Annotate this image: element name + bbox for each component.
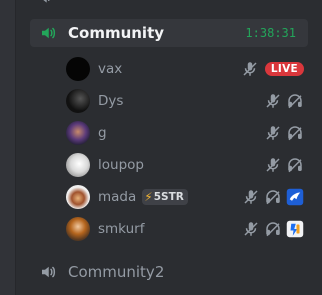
mic-muted-icon xyxy=(242,188,260,206)
lightning-icon: ⚡ xyxy=(144,190,153,204)
rocket-league-icon[interactable] xyxy=(286,188,304,206)
speaker-icon xyxy=(36,23,60,43)
voice-user-g[interactable]: g xyxy=(62,118,304,148)
speaker-icon xyxy=(36,0,56,6)
voice-channel-community[interactable]: Community 1:38:31 xyxy=(30,19,308,47)
username: Dys xyxy=(98,93,124,109)
headphones-deafened-icon xyxy=(264,188,282,206)
avatar xyxy=(66,217,90,241)
chat-area-edge xyxy=(0,0,16,295)
avatar xyxy=(66,185,90,209)
headphones-deafened-icon xyxy=(264,220,282,238)
voice-channel-community2[interactable]: Community2 xyxy=(30,258,308,286)
mic-muted-icon xyxy=(242,220,260,238)
voice-user-dys[interactable]: Dys xyxy=(62,86,304,116)
headphones-deafened-icon xyxy=(286,156,304,174)
channel-name: Community2 xyxy=(68,263,165,281)
call-timer: 1:38:31 xyxy=(245,26,296,40)
username: loupop xyxy=(98,157,144,173)
headphones-deafened-icon xyxy=(286,124,304,142)
channel-name: Community xyxy=(68,24,165,42)
server-tag-label: 5STR xyxy=(153,191,184,203)
mic-muted-icon xyxy=(241,60,259,78)
mic-muted-icon xyxy=(264,156,282,174)
voice-user-vax[interactable]: vax LIVE xyxy=(62,54,304,84)
username: mada xyxy=(98,189,137,205)
username: g xyxy=(98,125,107,141)
username: vax xyxy=(98,61,123,77)
voice-user-loupop[interactable]: loupop xyxy=(62,150,304,180)
game-activity-icon[interactable] xyxy=(286,220,304,238)
voice-user-mada[interactable]: mada ⚡ 5STR xyxy=(62,182,304,212)
speaker-icon xyxy=(36,262,60,282)
avatar xyxy=(66,57,90,81)
mic-muted-icon xyxy=(264,92,282,110)
voice-user-smkurf[interactable]: smkurf xyxy=(62,214,304,244)
avatar xyxy=(66,89,90,113)
avatar xyxy=(66,153,90,177)
headphones-deafened-icon xyxy=(286,92,304,110)
mic-muted-icon xyxy=(264,124,282,142)
server-tag: ⚡ 5STR xyxy=(142,189,188,205)
live-badge: LIVE xyxy=(264,62,304,76)
divider xyxy=(15,0,16,295)
username: smkurf xyxy=(98,221,145,237)
avatar xyxy=(66,121,90,145)
